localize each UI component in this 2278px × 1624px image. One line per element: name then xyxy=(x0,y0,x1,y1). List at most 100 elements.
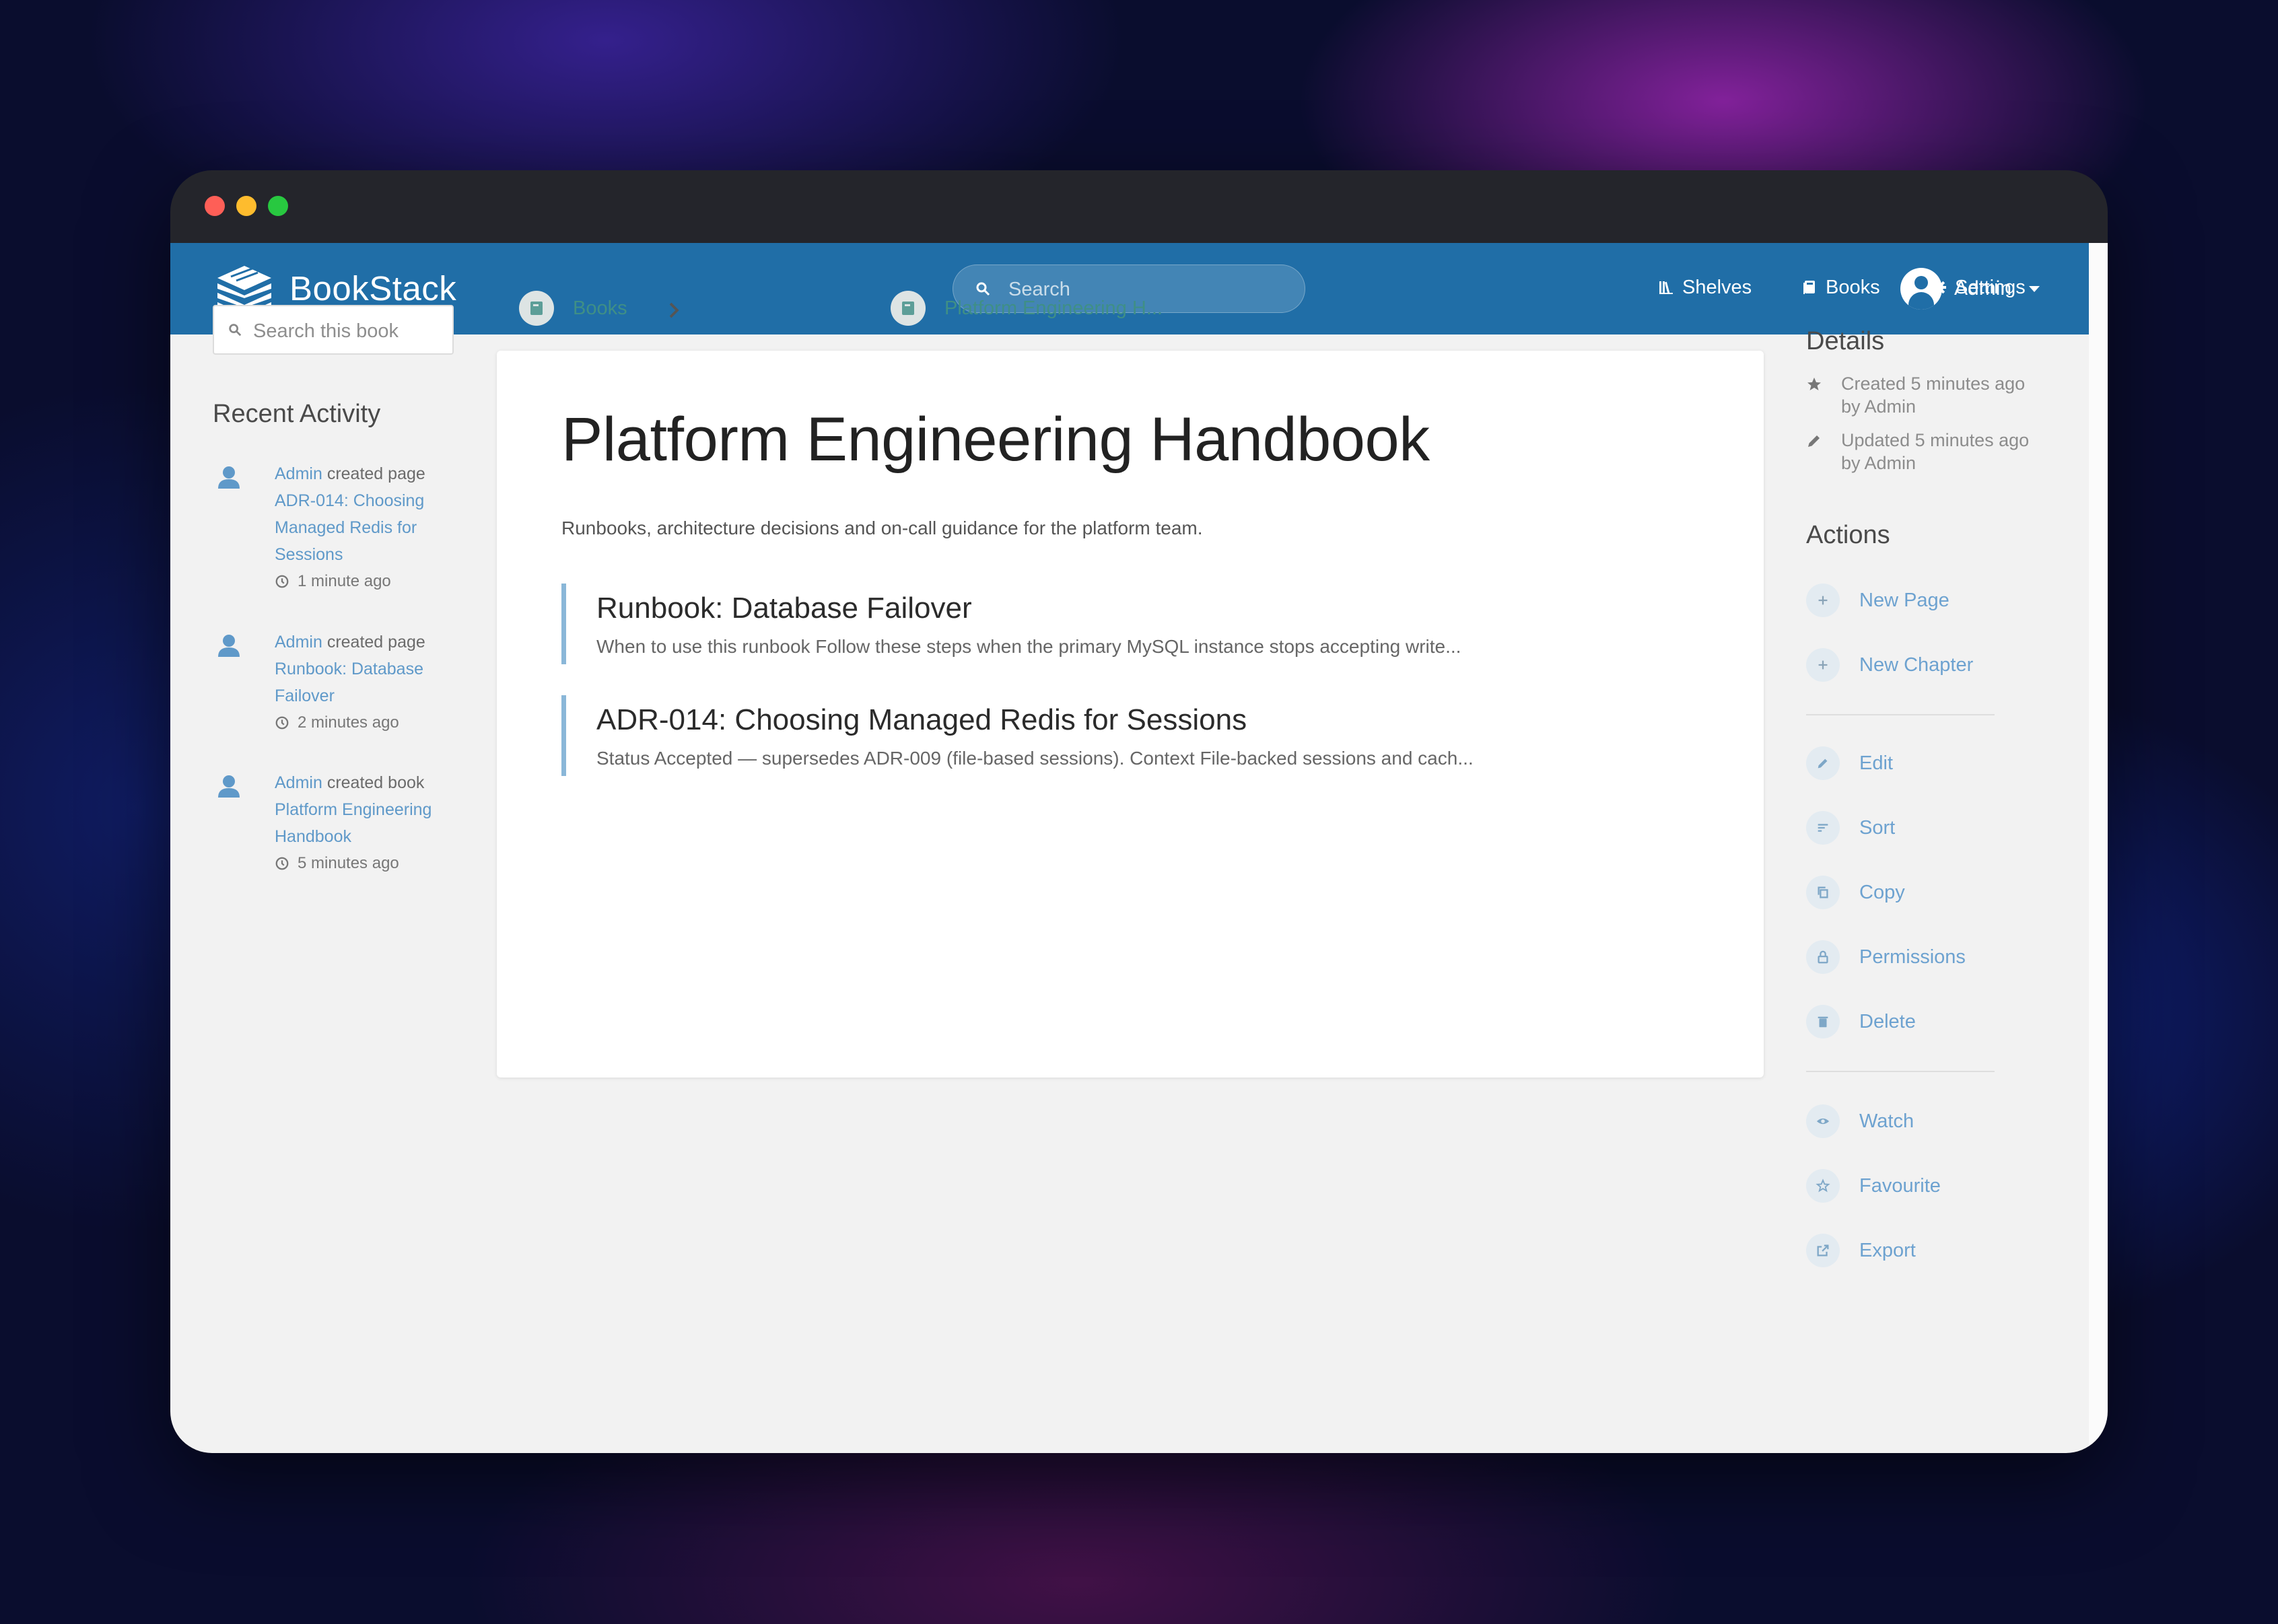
page-list-item[interactable]: Runbook: Database Failover When to use t… xyxy=(561,584,1711,664)
activity-action: created book xyxy=(326,773,425,792)
activity-time: 1 minute ago xyxy=(275,568,470,595)
close-window-button[interactable] xyxy=(205,196,225,216)
details-heading: Details xyxy=(1806,327,1885,355)
book-icon xyxy=(891,291,926,326)
page-title-link[interactable]: Runbook: Database Failover xyxy=(596,592,972,625)
activity-target-link[interactable]: Platform Engineering Handbook xyxy=(275,796,470,850)
sort-action[interactable]: Sort xyxy=(1806,810,1895,845)
activity-target-line: Platform Engineering xyxy=(275,800,432,819)
divider xyxy=(1806,714,1995,715)
chevron-right-icon xyxy=(669,302,679,318)
pencil-icon xyxy=(1808,435,1820,447)
edit-action[interactable]: Edit xyxy=(1806,746,1893,781)
user-icon xyxy=(218,635,240,657)
export-icon xyxy=(1817,1244,1829,1257)
user-menu[interactable]: Admin xyxy=(1900,264,2040,313)
page-excerpt: Status Accepted — supersedes ADR-009 (fi… xyxy=(596,748,1474,769)
zoom-window-button[interactable] xyxy=(268,196,288,216)
action-label: New Chapter xyxy=(1859,654,1974,676)
detail-line: Updated 5 minutes ago xyxy=(1841,430,2030,450)
book-description: Runbooks, architecture decisions and on-… xyxy=(561,518,1203,538)
activity-target-line: Failover xyxy=(275,686,335,705)
avatar xyxy=(1900,268,1942,310)
activity-target-link[interactable]: ADR-014: Choosing Managed Redis for Sess… xyxy=(275,487,470,568)
favourite-action[interactable]: Favourite xyxy=(1806,1168,1941,1203)
brand-name[interactable]: BookStack xyxy=(289,269,456,308)
action-label: Favourite xyxy=(1859,1174,1941,1197)
activity-user-link[interactable]: Admin xyxy=(275,464,322,483)
search-icon xyxy=(229,324,242,337)
detail-line: Created 5 minutes ago xyxy=(1841,374,2026,394)
activity-target-line: ADR-014: Choosing xyxy=(275,491,425,510)
star-outline-icon xyxy=(1816,1178,1830,1193)
lock-icon xyxy=(1818,950,1828,964)
activity-target-link[interactable]: Runbook: Database Failover xyxy=(275,656,470,709)
book-content-card: Platform Engineering Handbook Runbooks, … xyxy=(497,351,1764,1078)
user-icon xyxy=(218,775,240,798)
activity-target-line: Handbook xyxy=(275,827,351,846)
books-icon xyxy=(519,291,554,326)
eye-icon xyxy=(1816,1118,1830,1125)
plus-icon xyxy=(1818,660,1828,670)
action-label: Permissions xyxy=(1859,946,1966,968)
permissions-action[interactable]: Permissions xyxy=(1806,940,1966,975)
page-excerpt: When to use this runbook Follow these st… xyxy=(596,636,1461,657)
clock-icon xyxy=(275,716,289,730)
books-icon xyxy=(1803,281,1815,294)
clock-icon xyxy=(275,575,289,588)
activity-time: 5 minutes ago xyxy=(275,850,470,877)
user-icon xyxy=(218,466,240,489)
star-icon xyxy=(1807,378,1821,390)
nav-books[interactable]: Books xyxy=(1801,274,1880,301)
breadcrumb-label: Platform Engineering H... xyxy=(944,297,1163,319)
action-label: Edit xyxy=(1859,752,1893,774)
new-chapter-action[interactable]: New Chapter xyxy=(1806,647,1973,682)
watch-action[interactable]: Watch xyxy=(1806,1104,1914,1139)
book-search-input[interactable] xyxy=(252,314,450,348)
nav-books-label: Books xyxy=(1826,276,1880,298)
copy-icon xyxy=(1818,886,1828,898)
nav-shelves-label: Shelves xyxy=(1682,276,1752,298)
pencil-icon xyxy=(1818,758,1828,769)
page-title-link[interactable]: ADR-014: Choosing Managed Redis for Sess… xyxy=(596,703,1247,737)
activity-time: 2 minutes ago xyxy=(275,709,470,736)
divider xyxy=(1806,1071,1995,1072)
activity-time-label: 2 minutes ago xyxy=(298,713,399,732)
activity-target-line: Sessions xyxy=(275,545,343,564)
breadcrumb-label: Books xyxy=(573,297,627,319)
activity-user-link[interactable]: Admin xyxy=(275,633,322,651)
detail-line: by Admin xyxy=(1841,453,1917,473)
caret-down-icon xyxy=(2029,285,2040,292)
activity-user-link[interactable]: Admin xyxy=(275,773,322,792)
action-label: Copy xyxy=(1859,881,1905,903)
action-label: Watch xyxy=(1859,1110,1914,1132)
breadcrumb-books[interactable]: Books xyxy=(519,289,627,327)
minimize-window-button[interactable] xyxy=(236,196,256,216)
trash-icon xyxy=(1818,1016,1828,1028)
delete-action[interactable]: Delete xyxy=(1806,1004,1916,1039)
user-name: Admin xyxy=(1954,277,2012,299)
copy-action[interactable]: Copy xyxy=(1806,875,1905,910)
breadcrumb-current-book[interactable]: Platform Engineering H... xyxy=(891,289,1163,327)
activity-action: created page xyxy=(326,464,425,483)
activity-target-line: Managed Redis for xyxy=(275,518,417,537)
activity-time-label: 5 minutes ago xyxy=(298,854,399,872)
nav-shelves[interactable]: Shelves xyxy=(1658,274,1752,301)
activity-target-line: Runbook: Database xyxy=(275,660,423,678)
recent-activity-heading: Recent Activity xyxy=(213,400,381,428)
plus-icon xyxy=(1818,596,1828,605)
action-label: Export xyxy=(1859,1239,1916,1261)
clock-icon xyxy=(275,857,289,870)
page-title: Platform Engineering Handbook xyxy=(561,405,1430,474)
activity-time-label: 1 minute ago xyxy=(298,572,391,590)
action-label: New Page xyxy=(1859,589,1949,611)
action-label: Sort xyxy=(1859,816,1896,839)
export-action[interactable]: Export xyxy=(1806,1233,1916,1268)
new-page-action[interactable]: New Page xyxy=(1806,583,1949,618)
book-search[interactable] xyxy=(213,305,454,355)
scrollbar-track[interactable] xyxy=(2089,243,2108,1453)
activity-action: created page xyxy=(326,633,425,651)
app-window: BookStack Shelves xyxy=(170,170,2108,1453)
page-list-item[interactable]: ADR-014: Choosing Managed Redis for Sess… xyxy=(561,695,1711,776)
shelves-icon xyxy=(1659,281,1673,294)
